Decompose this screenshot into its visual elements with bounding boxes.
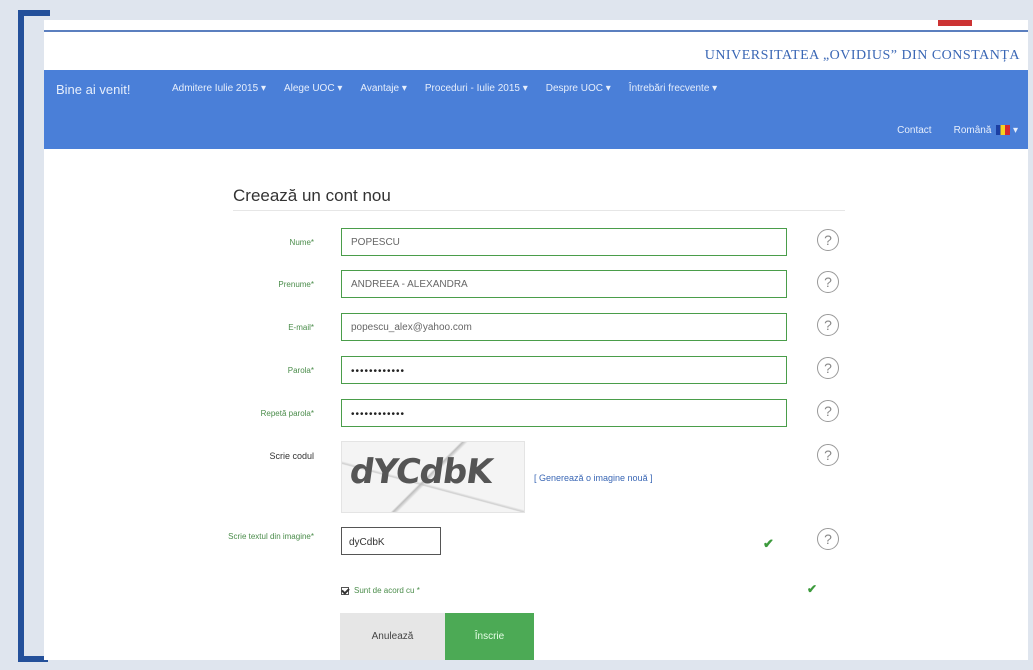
title-divider [233,210,845,211]
row-captcha: Scrie codul ? [44,442,1028,472]
nav-item-admitere[interactable]: Admitere Iulie 2015 ▾ [172,83,266,94]
field-label: E-mail* [288,323,314,332]
row-nume: Nume* POPESCU ✔ ? [44,228,1028,258]
brand-link[interactable]: Bine ai venit! [56,82,130,97]
nav-item-despre-uoc[interactable]: Despre UOC ▾ [546,83,611,94]
frame-bar-top [18,10,50,16]
navbar: Bine ai venit! Admitere Iulie 2015 ▾ Ale… [44,70,1028,149]
row-email: E-mail* popescu_alex@yahoo.com ✔ ? [44,313,1028,343]
help-icon[interactable]: ? [817,444,839,466]
nav-item-proceduri[interactable]: Proceduri - Iulie 2015 ▾ [425,83,528,94]
field-value: ANDREEA - ALEXANDRA [351,279,468,290]
captcha-input[interactable]: dyCdbK [341,527,441,555]
romania-flag-icon [996,125,1011,136]
repeat-password-field[interactable]: •••••••••••• ✔ [341,399,787,427]
help-icon[interactable]: ? [817,528,839,550]
nav-right: Contact Română ▾ [897,125,1018,136]
university-title: UNIVERSITATEA „OVIDIUS” DIN CONSTANȚA [704,48,1020,63]
password-field[interactable]: •••••••••••• ✔ [341,356,787,384]
contact-link[interactable]: Contact [897,125,931,136]
language-dropdown[interactable]: Română ▾ [954,125,1018,136]
field-value: popescu_alex@yahoo.com [351,322,472,333]
agree-row: Sunt de acord cu * [341,586,420,595]
help-icon[interactable]: ? [817,314,839,336]
last-name-field[interactable]: POPESCU ✔ [341,228,787,256]
agree-label: Sunt de acord cu * [354,586,420,595]
captcha-image-text: dYCdbK [347,452,495,492]
row-prenume: Prenume* ANDREEA - ALEXANDRA ✔ ? [44,270,1028,300]
field-value: •••••••••••• [351,409,406,420]
check-icon: ✔ [807,582,818,596]
flag-decoration [938,20,972,26]
field-label: Prenume* [278,280,314,289]
row-parola: Parola* •••••••••••• ✔ ? [44,356,1028,386]
regenerate-captcha-link[interactable]: [ Generează o imagine nouă ] [534,473,653,483]
field-label: Repetă parola* [260,409,314,418]
field-value: POPESCU [351,237,400,248]
help-icon[interactable]: ? [817,400,839,422]
cancel-button[interactable]: Anulează [340,613,445,660]
row-captcha-input: Scrie textul din imagine* ✔ ? [44,527,1028,557]
check-icon: ✔ [763,536,774,551]
agree-checkbox[interactable] [341,586,349,595]
frame-bar-left [18,10,24,662]
nav-menu: Admitere Iulie 2015 ▾ Alege UOC ▾ Avanta… [172,83,717,94]
field-label: Parola* [287,366,314,375]
captcha-label: Scrie codul [269,451,314,461]
help-icon[interactable]: ? [817,271,839,293]
top-rule [44,30,1028,32]
submit-button[interactable]: Înscrie [445,613,534,660]
field-value: •••••••••••• [351,366,406,377]
first-name-field[interactable]: ANDREEA - ALEXANDRA ✔ [341,270,787,298]
help-icon[interactable]: ? [817,357,839,379]
captcha-image: dYCdbK [341,441,525,513]
field-value: dyCdbK [349,537,385,548]
nav-item-intrebari[interactable]: Întrebări frecvente ▾ [629,83,717,94]
page-window: UNIVERSITATEA „OVIDIUS” DIN CONSTANȚA Bi… [44,20,1028,660]
captcha-input-label: Scrie textul din imagine* [228,532,314,541]
page-title: Creează un cont nou [233,186,391,205]
nav-item-alege-uoc[interactable]: Alege UOC ▾ [284,83,342,94]
email-field[interactable]: popescu_alex@yahoo.com ✔ [341,313,787,341]
chevron-down-icon: ▾ [1012,125,1018,136]
help-icon[interactable]: ? [817,229,839,251]
nav-item-avantaje[interactable]: Avantaje ▾ [360,83,407,94]
language-label: Română [953,125,992,136]
field-label: Nume* [289,238,314,247]
row-repeat-password: Repetă parola* •••••••••••• ✔ ? [44,399,1028,429]
